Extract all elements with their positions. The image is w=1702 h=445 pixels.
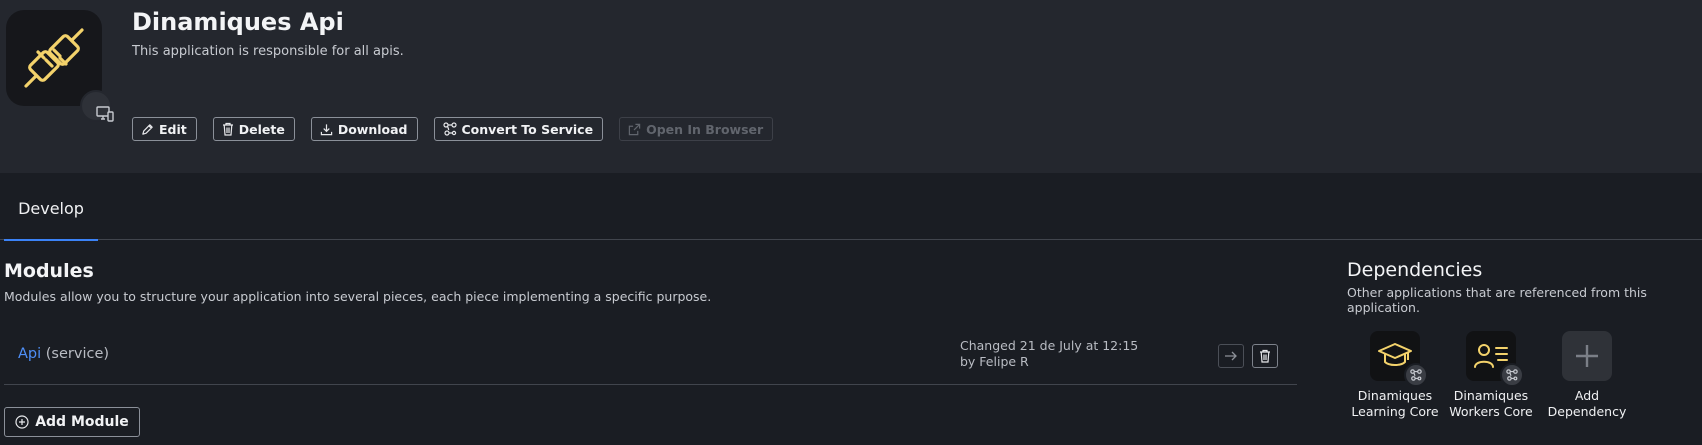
service-badge-icon: [1500, 363, 1524, 387]
plug-icon: [24, 28, 84, 88]
module-row: Api (service) Changed 21 de July at 12:1…: [4, 328, 1297, 385]
dependency-label-line1: Dinamiques: [1357, 388, 1433, 403]
add-dependency-icon-box: [1562, 331, 1612, 381]
convert-to-service-button[interactable]: Convert To Service: [433, 117, 604, 141]
open-label: Open In Browser: [646, 121, 764, 137]
plus-icon: [1576, 345, 1598, 367]
dependencies-description: Other applications that are referenced f…: [1347, 285, 1647, 315]
app-icon: [6, 10, 114, 122]
add-dependency-label: Add Dependency: [1537, 388, 1637, 420]
device-badge-icon: [80, 90, 114, 122]
module-changed-info: Changed 21 de July at 12:15 by Felipe R: [960, 338, 1138, 370]
module-link[interactable]: Api: [18, 346, 41, 362]
delete-button[interactable]: Delete: [212, 117, 295, 141]
edit-button[interactable]: Edit: [132, 117, 197, 141]
app-header: Dinamiques Api This application is respo…: [0, 0, 1702, 173]
trash-icon: [1260, 349, 1270, 363]
dependency-item[interactable]: Dinamiques Workers Core: [1441, 331, 1541, 420]
module-type: (service): [45, 346, 110, 362]
edit-label: Edit: [159, 121, 187, 137]
tab-bar: Develop: [0, 173, 1702, 241]
dependencies-title: Dependencies: [1347, 259, 1483, 281]
add-dependency-button[interactable]: Add Dependency: [1537, 331, 1637, 420]
pencil-icon: [142, 123, 153, 135]
dependency-icon: [1466, 331, 1524, 387]
add-module-label: Add Module: [35, 414, 129, 430]
app-title: Dinamiques Api: [132, 8, 344, 36]
plus-circle-icon: [15, 415, 29, 429]
modules-title: Modules: [4, 260, 94, 282]
arrow-right-icon: [1225, 351, 1237, 361]
dependency-label-line2: Workers Core: [1449, 404, 1533, 419]
modules-description: Modules allow you to structure your appl…: [4, 289, 712, 304]
dependency-label: Dinamiques Workers Core: [1441, 388, 1541, 420]
dependency-label-line1: Dinamiques: [1453, 388, 1529, 403]
dependency-label: Dinamiques Learning Core: [1345, 388, 1445, 420]
add-dependency-label-line1: Add: [1574, 388, 1600, 403]
module-changed-date: Changed 21 de July at 12:15: [960, 338, 1139, 353]
dependency-icon: [1370, 331, 1428, 387]
download-icon: [320, 123, 333, 135]
convert-label: Convert To Service: [461, 121, 594, 137]
service-badge-icon: [1404, 363, 1428, 387]
open-in-browser-button[interactable]: Open In Browser: [619, 117, 774, 141]
delete-module-button[interactable]: [1252, 344, 1278, 368]
add-module-button[interactable]: Add Module: [4, 407, 140, 437]
tab-develop[interactable]: Develop: [4, 173, 98, 241]
trash-icon: [222, 122, 233, 136]
open-module-button[interactable]: [1218, 344, 1244, 368]
module-changed-by: by Felipe R: [960, 354, 1029, 369]
app-description: This application is responsible for all …: [132, 44, 404, 59]
dependency-item[interactable]: Dinamiques Learning Core: [1345, 331, 1445, 420]
external-link-icon: [628, 123, 641, 135]
service-graph-icon: [442, 122, 457, 136]
app-toolbar: Edit Delete Download Convert To Service …: [132, 117, 789, 141]
dependency-label-line2: Learning Core: [1351, 404, 1439, 419]
delete-label: Delete: [238, 121, 285, 137]
download-label: Download: [337, 121, 408, 137]
add-dependency-label-line2: Dependency: [1547, 404, 1627, 419]
download-button[interactable]: Download: [310, 117, 418, 141]
module-name: Api (service): [18, 346, 109, 362]
